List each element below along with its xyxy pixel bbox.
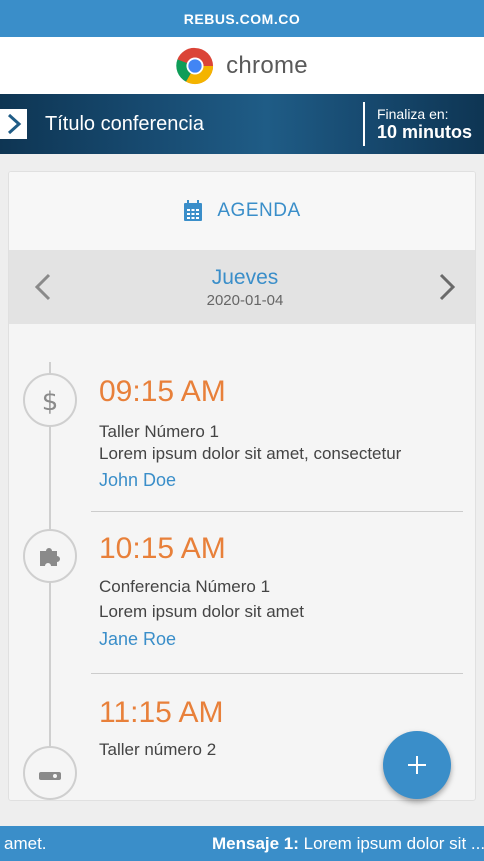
site-domain-bar: REBUS.COM.CO [0,0,484,37]
ticker-message: Mensaje 1: Lorem ipsum dolor sit ... [212,834,484,854]
svg-text:$: $ [42,387,59,415]
event-divider [91,673,463,674]
conference-title: Título conferencia [45,112,204,135]
next-day-button[interactable] [437,272,457,302]
event-time: 11:15 AM [99,696,224,729]
menu-toggle-button[interactable] [0,109,27,139]
agenda-card: AGENDA Jueves 2020-01-04 $ 09:15 AM Tall… [8,171,476,801]
previous-day-button[interactable] [33,272,53,302]
ends-value: 10 minutos [376,121,472,142]
message-ticker: amet. Mensaje 1: Lorem ipsum dolor sit .… [0,826,484,861]
plus-icon [408,756,426,774]
event-speaker-link[interactable]: John Doe [99,470,176,491]
agenda-title: AGENDA [217,200,301,221]
add-button[interactable] [383,731,451,799]
conference-bar: Título conferencia Finaliza en: 10 minut… [0,94,484,154]
site-domain: REBUS.COM.CO [183,10,301,27]
brand-bar: chrome [0,37,484,94]
ticker-fragment: amet. [4,833,47,853]
ticker-message-text: Lorem ipsum dolor sit ... [298,833,484,853]
dollar-icon: $ [23,373,77,427]
event-name: Conferencia Número 1 [99,577,271,596]
day-name: Jueves [211,265,279,289]
event-time: 10:15 AM [99,532,226,565]
event-description: Lorem ipsum dolor sit amet, consectetur [99,444,402,463]
event-name: Taller Número 1 [99,422,219,441]
calendar-icon [184,200,203,221]
puzzle-icon [23,529,77,583]
event-name: Taller número 2 [99,740,217,759]
header-divider [362,102,365,146]
event-divider [91,511,463,512]
event-description: Lorem ipsum dolor sit amet [99,602,305,621]
day-date: 2020-01-04 [206,291,284,309]
day-navigator: Jueves 2020-01-04 [9,250,475,324]
ends-label: Finaliza en: [376,105,449,122]
chrome-logo-icon [176,47,214,84]
current-day: Jueves 2020-01-04 [207,266,284,309]
event-speaker-link[interactable]: Jane Roe [99,629,176,650]
event-time: 09:15 AM [99,375,226,408]
time-remaining: Finaliza en: 10 minutos [377,106,472,143]
ticker-message-label: Mensaje 1: [212,833,299,853]
agenda-header: AGENDA [9,172,475,250]
projector-icon [23,746,77,800]
chevron-right-icon [7,113,21,135]
brand-name: chrome [226,51,308,79]
